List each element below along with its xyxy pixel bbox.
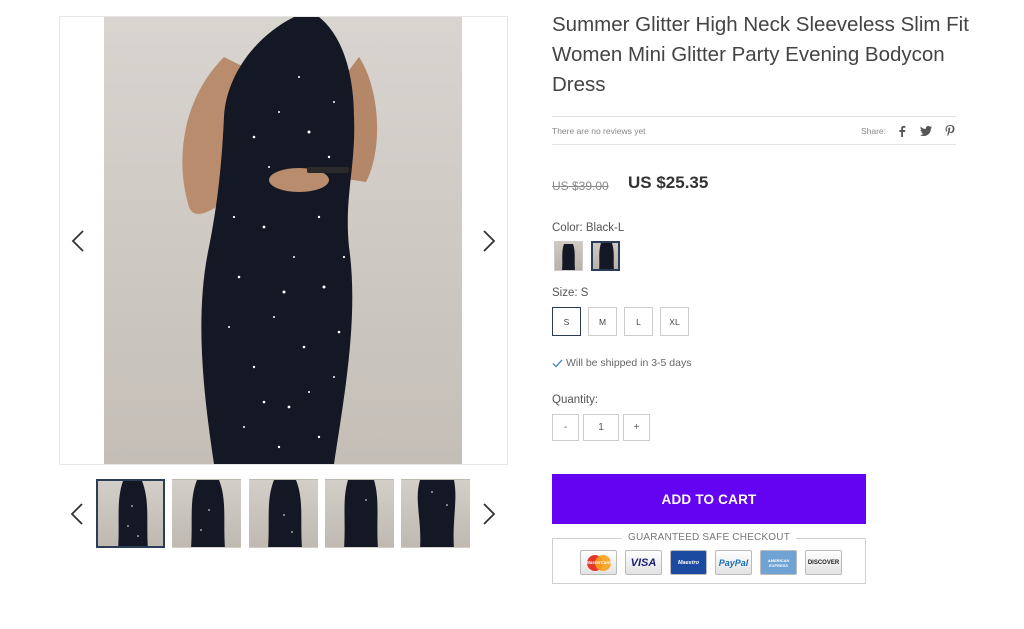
thumbnail-5[interactable]	[401, 479, 470, 548]
thumbnail-image	[118, 481, 148, 546]
shipping-info: Will be shipped in 3-5 days	[552, 357, 691, 369]
chevron-right-icon	[483, 230, 496, 252]
chevron-left-icon	[71, 230, 84, 252]
color-label: Color: Black-L	[552, 222, 625, 234]
safe-checkout-box: GUARANTEED SAFE CHECKOUT MasterCard VISA…	[552, 532, 866, 584]
color-swatch-2[interactable]	[591, 241, 620, 271]
thumbnail-image	[344, 480, 378, 547]
size-option-xl[interactable]: XL	[660, 307, 689, 336]
discover-icon: DISCOVER	[805, 550, 842, 575]
payment-cards: MasterCard VISA Maestro PayPal AMERICAN …	[580, 550, 842, 575]
size-option-m[interactable]: M	[588, 307, 617, 336]
size-label: Size: S	[552, 287, 589, 299]
paypal-text: PayPal	[718, 557, 749, 568]
quantity-stepper: - 1 +	[552, 414, 650, 441]
main-image-next-arrow[interactable]	[477, 226, 501, 256]
quantity-decrease-button[interactable]: -	[552, 414, 579, 441]
size-option-l[interactable]: L	[624, 307, 653, 336]
main-product-image-frame	[59, 16, 508, 465]
thumbnail-image	[191, 480, 225, 547]
quantity-input[interactable]: 1	[583, 414, 619, 441]
safe-checkout-label: GUARANTEED SAFE CHECKOUT	[621, 532, 797, 543]
discover-text: DISCOVER	[807, 559, 840, 566]
maestro-icon: Maestro	[670, 550, 707, 575]
visa-text: VISA	[630, 556, 657, 569]
chevron-left-icon	[70, 503, 83, 525]
share-label: Share:	[860, 125, 886, 136]
sale-price: US $25.35	[628, 173, 709, 192]
quantity-label: Quantity:	[552, 394, 599, 406]
checkmark-icon	[552, 359, 563, 367]
thumbnail-2[interactable]	[172, 479, 241, 548]
product-title: Summer Glitter High Neck Sleeveless Slim…	[552, 13, 969, 96]
thumbnail-3[interactable]	[249, 479, 318, 548]
swatch-image	[562, 244, 575, 270]
thumbnail-1[interactable]	[96, 479, 165, 548]
color-swatches	[554, 241, 620, 271]
reviews-share-row: There are no reviews yet Share:	[552, 116, 956, 145]
maestro-text: Maestro	[677, 559, 700, 566]
mastercard-icon: MasterCard	[580, 550, 617, 575]
quantity-increase-button[interactable]: +	[623, 414, 650, 441]
add-to-cart-button[interactable]: ADD TO CART	[552, 474, 866, 524]
mastercard-text: MasterCard	[586, 560, 611, 565]
amex-text: AMERICAN EXPRESS	[767, 557, 790, 568]
american-express-icon: AMERICAN EXPRESS	[760, 550, 797, 575]
twitter-icon[interactable]	[920, 125, 932, 137]
size-options: S M L XL	[552, 307, 689, 336]
thumbnail-4[interactable]	[325, 479, 394, 548]
thumbnail-image	[417, 480, 456, 547]
paypal-icon: PayPal	[715, 550, 752, 575]
thumbnails-next-arrow[interactable]	[477, 499, 501, 529]
size-option-s[interactable]: S	[552, 307, 581, 336]
share-group: Share:	[860, 124, 956, 137]
facebook-icon[interactable]	[896, 125, 908, 137]
pinterest-icon[interactable]	[944, 124, 956, 137]
swatch-image	[599, 243, 614, 269]
original-price: US $39.00	[552, 179, 609, 193]
chevron-right-icon	[483, 503, 496, 525]
thumbnail-image	[268, 480, 302, 547]
thumbnails-prev-arrow[interactable]	[65, 499, 89, 529]
reviews-text[interactable]: There are no reviews yet	[552, 126, 646, 136]
main-product-image[interactable]	[104, 17, 462, 464]
main-image-prev-arrow[interactable]	[66, 226, 90, 256]
shipping-text: Will be shipped in 3-5 days	[566, 357, 692, 369]
color-swatch-1[interactable]	[554, 241, 583, 271]
dress-photo-illustration	[182, 17, 378, 464]
thumbnail-carousel	[59, 479, 508, 549]
visa-icon: VISA	[625, 550, 662, 575]
